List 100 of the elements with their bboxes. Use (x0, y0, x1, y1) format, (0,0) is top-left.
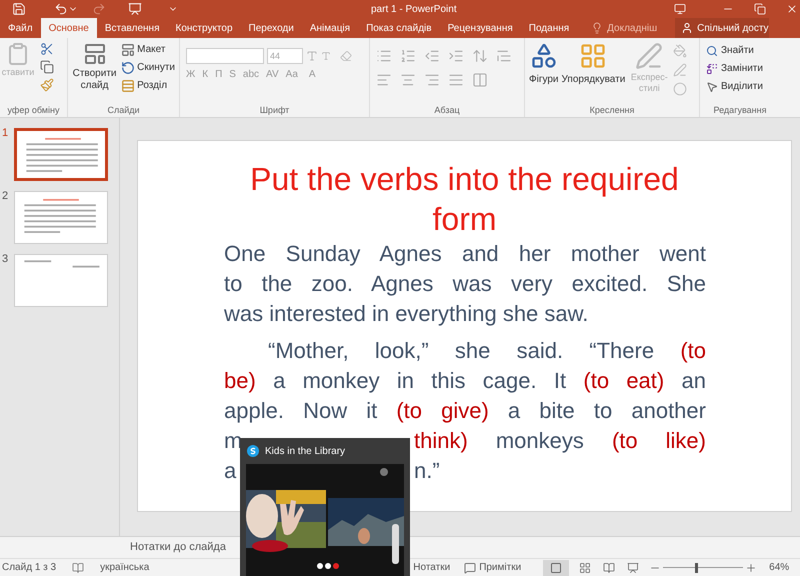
group-label: Абзац (434, 106, 460, 114)
ribbon-tab[interactable]: Основне (40, 18, 97, 38)
verb-prompt: think) (414, 428, 468, 453)
ribbon-tab[interactable]: Анімація (302, 18, 358, 38)
ribbon-tab[interactable]: Вставлення (96, 18, 168, 38)
verb-prompt: (to give) (396, 398, 489, 423)
effects-icon[interactable] (673, 82, 688, 96)
reset-button[interactable]: Скинути (121, 60, 175, 75)
normal-view-button[interactable] (543, 560, 570, 576)
section-icon (121, 78, 136, 92)
slide-text: One Sunday Agnes and her mother went (224, 241, 706, 266)
slide-text: an (680, 368, 706, 393)
zoom-in-icon[interactable] (745, 562, 758, 574)
slide-sorter-icon[interactable] (579, 562, 592, 574)
group-label: Редагування (714, 106, 766, 114)
slide-text: “Mother, look,” she said. “There (268, 338, 656, 363)
slide-text: was interested in everything she saw. (224, 301, 588, 326)
decrease-indent-icon[interactable] (424, 48, 440, 64)
zoom-level[interactable]: 64% (769, 560, 790, 575)
grow-font-icon[interactable] (306, 50, 318, 62)
slide-text: to the zoo. Agnes was very excited. She (224, 271, 706, 296)
columns-icon[interactable] (472, 72, 488, 88)
comment-icon (464, 562, 476, 574)
restore-icon[interactable] (754, 3, 766, 15)
slide-thumbnail[interactable] (14, 128, 108, 181)
group-label: Креслення (590, 106, 634, 114)
zoom-slider-thumb[interactable] (695, 562, 698, 572)
verb-prompt: (to eat) (583, 368, 664, 393)
tell-me-field[interactable]: Докладніш (607, 20, 658, 36)
comments-button[interactable]: Примітки (464, 560, 522, 575)
undo-icon[interactable] (54, 2, 68, 16)
justify-icon[interactable] (448, 72, 464, 88)
notes-field[interactable]: Нотатки до слайда (130, 539, 226, 556)
clear-format-icon[interactable] (340, 50, 352, 62)
font-name-field[interactable] (186, 48, 264, 64)
ribbon-tab[interactable]: Файл (0, 18, 41, 38)
close-icon[interactable] (786, 3, 798, 15)
normal-view-icon (550, 562, 562, 574)
ribbon-tab[interactable]: Конструктор (168, 18, 241, 38)
layout-icon (121, 42, 136, 56)
slide-number: 3 (2, 254, 10, 265)
share-button[interactable]: Спільний досту (675, 18, 769, 38)
shapes-icon (530, 42, 558, 70)
redo-icon[interactable] (92, 2, 106, 16)
arrange-icon (579, 42, 608, 70)
reset-icon (121, 60, 136, 74)
slide-title: Put the verbs into the required form (249, 160, 680, 239)
language-label: українська (100, 561, 150, 575)
align-right-icon[interactable] (424, 72, 440, 88)
slide-text: n.” (414, 458, 440, 483)
group-label: Шрифт (260, 106, 290, 114)
slide-number: 1 (2, 128, 10, 139)
verb-prompt: (to like) (612, 428, 706, 453)
lightbulb-icon (591, 22, 604, 34)
ribbon-tab[interactable]: Переходи (240, 18, 302, 38)
outline-icon[interactable] (673, 63, 688, 77)
layout-button[interactable]: Макет (121, 42, 175, 57)
slide-text: a (224, 458, 236, 483)
slideshow-icon[interactable] (627, 562, 640, 574)
copy-icon[interactable] (40, 60, 54, 74)
section-button[interactable]: Розділ (121, 78, 175, 93)
window-title: part 1 - PowerPoint (371, 2, 457, 16)
shapes-button[interactable]: Фігури (529, 42, 559, 87)
new-slide-button[interactable]: Створити слайд (72, 42, 118, 103)
save-icon[interactable] (12, 2, 26, 16)
align-left-icon[interactable] (376, 72, 392, 88)
arrange-button[interactable]: Упорядкувати (562, 42, 626, 87)
ribbon-display-icon[interactable] (674, 3, 686, 15)
verb-prompt: (to (680, 338, 706, 363)
align-center-icon[interactable] (400, 72, 416, 88)
notes-button[interactable]: Нотатки (413, 560, 450, 575)
slide-text: a bite to another (506, 398, 706, 423)
spelling-icon[interactable] (72, 562, 84, 574)
reading-view-icon[interactable] (603, 562, 616, 574)
numbering-icon[interactable] (400, 48, 416, 64)
line-spacing-icon[interactable] (472, 48, 488, 64)
clipboard-icon (6, 42, 30, 66)
shrink-font-icon[interactable] (321, 51, 331, 61)
slide-text: monkeys (494, 428, 585, 453)
fill-icon[interactable] (673, 44, 688, 58)
replace-button[interactable]: Замінити (706, 61, 780, 76)
select-button[interactable]: Виділити (706, 79, 780, 94)
increase-indent-icon[interactable] (448, 48, 464, 64)
replace-icon (706, 62, 718, 74)
slideshow-icon[interactable] (128, 2, 142, 16)
cut-icon[interactable] (40, 42, 54, 56)
group-label: Слайди (107, 106, 140, 114)
slide-text: apple. Now it (224, 398, 378, 423)
ribbon-tab[interactable]: Показ слайдів (358, 18, 440, 38)
ribbon-tab[interactable]: Рецензування (440, 18, 521, 38)
slide-counter: Слайд 1 з 3 (2, 561, 56, 575)
pointer-icon (706, 80, 718, 92)
search-icon (706, 44, 718, 56)
chat-app-logo-icon (247, 445, 259, 457)
pen-icon (635, 42, 664, 70)
call-window-title: Kids in the Library (265, 444, 346, 458)
find-button[interactable]: Знайти (706, 43, 780, 58)
person-icon (681, 22, 694, 34)
slide-text: a monkey in this cage. It (272, 368, 568, 393)
ribbon-tab[interactable]: Подання (520, 18, 578, 38)
